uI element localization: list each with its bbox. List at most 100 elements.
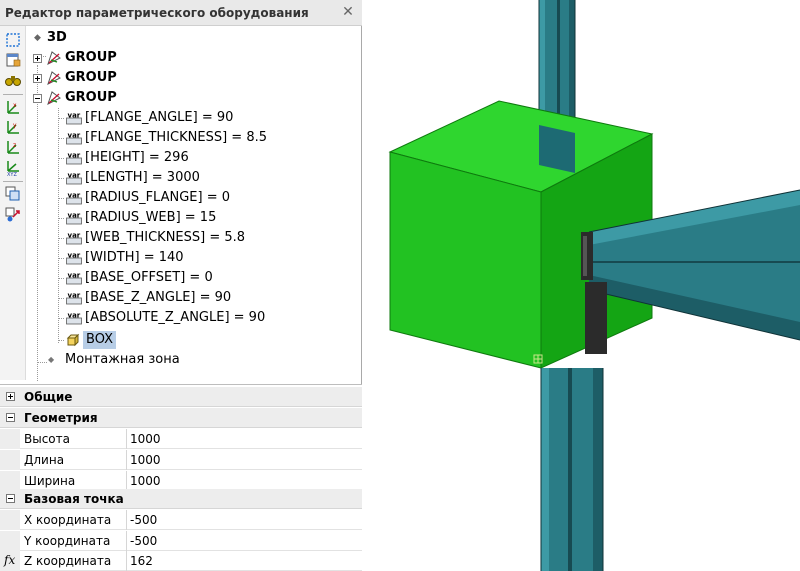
svg-text:var: var: [68, 312, 81, 320]
prop-row-length[interactable]: Длина 1000: [0, 450, 362, 470]
tree-param-item[interactable]: var [LENGTH] = 3000: [58, 168, 358, 188]
svg-text:var: var: [68, 292, 81, 300]
axis-y-icon[interactable]: y: [4, 118, 22, 136]
svg-text:var: var: [68, 132, 81, 140]
prop-row-y[interactable]: Y координата -500: [0, 531, 362, 551]
group-icon: [46, 90, 62, 106]
category-label: Геометрия: [24, 411, 98, 425]
prop-value-width[interactable]: 1000: [130, 474, 161, 488]
prop-row-height[interactable]: Высота 1000: [0, 429, 362, 449]
properties-icon[interactable]: [4, 51, 22, 69]
tree-param-item[interactable]: var [ABSOLUTE_Z_ANGLE] = 90: [58, 308, 358, 328]
tree-group-label: GROUP: [65, 70, 117, 85]
expand-icon[interactable]: [33, 74, 42, 83]
tree-param-item[interactable]: var [WEB_THICKNESS] = 5.8: [58, 228, 358, 248]
variable-icon: var: [66, 271, 82, 285]
variable-icon: var: [66, 191, 82, 205]
tree-param-item[interactable]: var [RADIUS_WEB] = 15: [58, 208, 358, 228]
expand-icon[interactable]: [33, 54, 42, 63]
vertical-column-lower[interactable]: [540, 368, 604, 571]
prop-row-z[interactable]: fx Z координата 162: [0, 551, 362, 571]
prop-value-height[interactable]: 1000: [130, 432, 161, 446]
variable-icon: var: [66, 291, 82, 305]
binoculars-icon[interactable]: [4, 71, 22, 89]
axis-xyz-icon[interactable]: XYZ: [4, 158, 22, 178]
tree-param-label: [WIDTH] = 140: [85, 250, 184, 265]
editor-toolbar: x y z XYZ: [0, 26, 26, 380]
copy-icon[interactable]: [4, 185, 22, 203]
collapse-icon[interactable]: [6, 413, 15, 422]
tree-box-item[interactable]: BOX: [58, 330, 258, 350]
category-base-point[interactable]: Базовая точка: [0, 489, 362, 509]
tree-group-1[interactable]: GROUP: [26, 48, 226, 68]
prop-value-x[interactable]: -500: [130, 513, 157, 527]
fx-icon[interactable]: fx: [4, 553, 15, 567]
prop-row-x[interactable]: X координата -500: [0, 510, 362, 530]
tree-group-3[interactable]: GROUP: [26, 88, 226, 108]
variable-icon: var: [66, 211, 82, 225]
tree-param-item[interactable]: var [FLANGE_THICKNESS] = 8.5: [58, 128, 358, 148]
prop-value-z[interactable]: 162: [130, 554, 153, 568]
property-grid: Общие Геометрия Высота 1000 Длина 1000 Ш…: [0, 384, 362, 571]
svg-text:var: var: [68, 152, 81, 160]
tree-box-label: BOX: [83, 331, 116, 349]
prop-name: X координата: [24, 513, 112, 527]
category-label: Общие: [24, 390, 73, 404]
category-geometry[interactable]: Геометрия: [0, 408, 362, 428]
tree-param-item[interactable]: var [BASE_OFFSET] = 0: [58, 268, 358, 288]
expand-icon[interactable]: [6, 392, 15, 401]
node-dot-icon: ◆: [48, 355, 55, 364]
variable-icon: var: [66, 171, 82, 185]
collapse-icon[interactable]: [33, 94, 42, 103]
prop-name: Z координата: [24, 554, 112, 568]
collapse-icon[interactable]: [6, 494, 15, 503]
object-tree: ◆ 3D GROUP GROUP GROUP var [FLANGE_ANGLE…: [26, 26, 362, 382]
category-label: Базовая точка: [24, 492, 124, 506]
tree-param-item[interactable]: var [RADIUS_FLANGE] = 0: [58, 188, 358, 208]
tree-param-label: [WEB_THICKNESS] = 5.8: [85, 230, 246, 245]
tree-param-label: [RADIUS_WEB] = 15: [85, 210, 217, 225]
select-icon[interactable]: [4, 31, 22, 49]
tree-param-label: [RADIUS_FLANGE] = 0: [85, 190, 231, 205]
svg-text:var: var: [68, 172, 81, 180]
group-icon: [46, 70, 62, 86]
box-icon: [66, 333, 80, 347]
category-general[interactable]: Общие: [0, 387, 362, 407]
tree-root-label: 3D: [47, 30, 67, 45]
tree-zone-label: Монтажная зона: [65, 352, 180, 367]
prop-row-width[interactable]: Ширина 1000: [0, 471, 362, 491]
tree-param-label: [BASE_OFFSET] = 0: [85, 270, 213, 285]
tree-zone-item[interactable]: ◆ Монтажная зона: [26, 350, 266, 370]
axis-x-icon[interactable]: x: [4, 98, 22, 116]
tree-param-item[interactable]: var [HEIGHT] = 296: [58, 148, 358, 168]
prop-name: Длина: [24, 453, 65, 467]
prop-name: Ширина: [24, 474, 76, 488]
svg-text:var: var: [68, 232, 81, 240]
prop-value-y[interactable]: -500: [130, 534, 157, 548]
svg-text:x: x: [13, 102, 17, 109]
tree-param-item[interactable]: var [WIDTH] = 140: [58, 248, 358, 268]
variable-icon: var: [66, 311, 82, 325]
scene-svg: [388, 0, 800, 571]
close-icon[interactable]: ✕: [340, 4, 356, 20]
variable-icon: var: [66, 111, 82, 125]
variable-icon: var: [66, 231, 82, 245]
axis-z-icon[interactable]: z: [4, 138, 22, 156]
3d-viewport[interactable]: [363, 0, 800, 571]
tree-group-label: GROUP: [65, 90, 117, 105]
tree-group-2[interactable]: GROUP: [26, 68, 226, 88]
variable-icon: var: [66, 251, 82, 265]
prop-value-length[interactable]: 1000: [130, 453, 161, 467]
svg-text:var: var: [68, 212, 81, 220]
tree-param-label: [LENGTH] = 3000: [85, 170, 200, 185]
prop-name: Y координата: [24, 534, 111, 548]
tree-param-label: [ABSOLUTE_Z_ANGLE] = 90: [85, 310, 266, 325]
tree-param-item[interactable]: var [BASE_Z_ANGLE] = 90: [58, 288, 358, 308]
variable-icon: var: [66, 151, 82, 165]
transform-icon[interactable]: [4, 205, 22, 223]
tree-group-label: GROUP: [65, 50, 117, 65]
group-icon: [46, 50, 62, 66]
prop-name: Высота: [24, 432, 70, 446]
svg-text:var: var: [68, 252, 81, 260]
tree-param-item[interactable]: var [FLANGE_ANGLE] = 90: [58, 108, 358, 128]
